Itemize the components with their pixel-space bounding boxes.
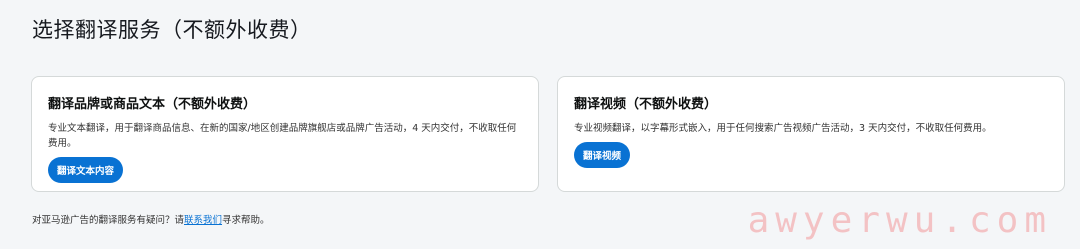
watermark: awyerwu.com [747,200,1052,241]
translate-video-card-description: 专业视频翻译，以字幕形式嵌入，用于任何搜索广告视频广告活动，3 天内交付，不收取… [574,123,992,134]
footer-suffix: 寻求帮助。 [222,215,270,226]
footer-prefix: 对亚马逊广告的翻译服务有疑问？请 [32,215,185,226]
page-title: 选择翻译服务（不额外收费） [32,18,312,42]
translate-text-card: 翻译品牌或商品文本（不额外收费） 专业文本翻译，用于翻译商品信息、在新的国家/地… [31,76,539,192]
contact-us-link[interactable]: 联系我们 [184,215,222,226]
translate-video-card: 翻译视频（不额外收费） 专业视频翻译，以字幕形式嵌入，用于任何搜索广告视频广告活… [557,76,1065,192]
translate-text-button[interactable]: 翻译文本内容 [48,157,124,183]
translate-text-card-description: 专业文本翻译，用于翻译商品信息、在新的国家/地区创建品牌旗舰店或品牌广告活动，4… [48,123,517,149]
help-footer: 对亚马逊广告的翻译服务有疑问？请联系我们寻求帮助。 [32,212,270,226]
translate-text-card-title: 翻译品牌或商品文本（不额外收费） [48,97,257,112]
translate-video-card-title: 翻译视频（不额外收费） [574,97,718,112]
translate-video-button[interactable]: 翻译视频 [574,142,631,168]
